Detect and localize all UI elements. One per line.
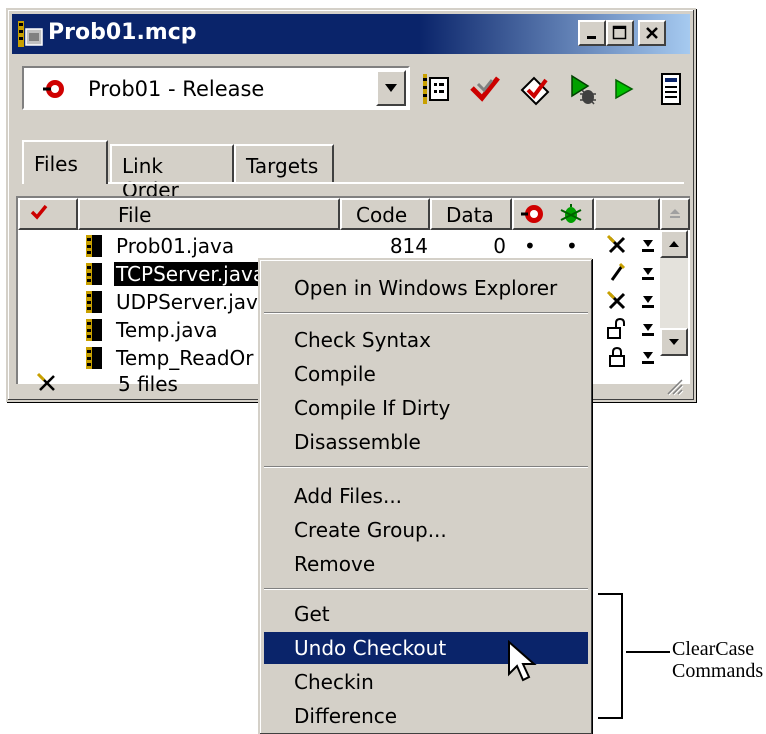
- mouse-pointer-icon: [508, 640, 537, 682]
- file-name: Temp_ReadOr: [116, 346, 254, 370]
- debug-icon[interactable]: [566, 72, 600, 106]
- checked-out-icon: [606, 234, 626, 254]
- column-header-corner: [660, 198, 690, 230]
- tab-targets-label: Targets: [246, 154, 319, 178]
- resize-grip-icon[interactable]: [664, 376, 684, 396]
- data-size: 0: [493, 234, 506, 258]
- menu-item-check-syntax[interactable]: Check Syntax: [264, 324, 588, 356]
- file-menu-arrow-icon[interactable]: [640, 292, 656, 310]
- file-name: UDPServer.jav: [116, 290, 258, 314]
- tab-files-label: Files: [34, 152, 78, 176]
- vertical-scrollbar[interactable]: [660, 230, 688, 356]
- java-file-icon: [86, 291, 102, 313]
- file-count: 5 files: [118, 372, 178, 396]
- minimize-icon: [587, 36, 596, 39]
- run-icon[interactable]: [608, 72, 642, 106]
- annotation-line-2: Commands: [672, 660, 764, 682]
- window-title: Prob01.mcp: [48, 20, 197, 45]
- close-icon: [646, 27, 658, 39]
- debug-bug-icon: [560, 204, 582, 223]
- file-menu-arrow-icon[interactable]: [640, 236, 656, 254]
- bring-up-to-date-icon[interactable]: [518, 72, 552, 106]
- tab-divider: [108, 182, 684, 184]
- menu-separator: [264, 588, 588, 590]
- title-bar[interactable]: Prob01.mcp: [12, 14, 690, 54]
- menu-item-add-files[interactable]: Add Files...: [264, 480, 588, 512]
- clearcase-annotation: ClearCase Commands: [672, 638, 763, 682]
- java-file-icon: [86, 235, 102, 257]
- menu-item-difference[interactable]: Difference: [264, 700, 588, 732]
- unlocked-icon: [607, 318, 625, 339]
- tab-targets[interactable]: Targets: [234, 144, 334, 184]
- column-header-data-label: Data: [446, 203, 494, 227]
- file-name: Prob01.java: [116, 234, 235, 258]
- chevron-down-icon: [385, 84, 397, 92]
- clearcase-bracket: [598, 593, 623, 719]
- list-options-icon: [670, 209, 680, 218]
- tab-files[interactable]: Files: [22, 140, 108, 184]
- settings-icon[interactable]: [418, 72, 452, 106]
- close-button[interactable]: [638, 20, 666, 46]
- minimize-button[interactable]: [578, 20, 606, 46]
- java-file-icon: [86, 263, 102, 285]
- checkmark-icon: [30, 204, 48, 220]
- debug-dot[interactable]: •: [566, 234, 578, 258]
- file-menu-arrow-icon[interactable]: [640, 320, 656, 338]
- column-header-touch[interactable]: [18, 198, 78, 230]
- chevron-down-icon: [669, 339, 679, 345]
- column-header-data[interactable]: Data: [430, 198, 512, 230]
- chevron-up-icon: [669, 241, 679, 247]
- maximize-button[interactable]: [606, 20, 634, 46]
- menu-item-get[interactable]: Get: [264, 598, 588, 630]
- column-header-targets[interactable]: [512, 198, 594, 230]
- menu-item-create-group[interactable]: Create Group...: [264, 514, 588, 546]
- edit-icon: [610, 262, 626, 281]
- target-select[interactable]: Prob01 - Release: [22, 66, 410, 110]
- file-name: Temp.java: [116, 318, 218, 342]
- check-syntax-icon[interactable]: [468, 72, 502, 106]
- annotation-line-1: ClearCase: [672, 638, 755, 660]
- project-file-icon: [18, 21, 43, 47]
- context-menu: Open in Windows Explorer Check Syntax Co…: [258, 258, 592, 734]
- scroll-down-button[interactable]: [660, 328, 688, 356]
- menu-item-open-in-explorer[interactable]: Open in Windows Explorer: [264, 272, 588, 304]
- file-row[interactable]: Prob01.java 814 0 • •: [18, 232, 658, 260]
- column-header-file-label: File: [118, 203, 152, 227]
- column-header-clearcase[interactable]: [594, 198, 660, 230]
- code-size: 814: [389, 234, 428, 258]
- annotation-leader-line: [626, 651, 670, 653]
- menu-separator: [264, 312, 588, 314]
- column-header-file[interactable]: File: [78, 198, 340, 230]
- locked-icon: [609, 346, 625, 367]
- file-name: TCPServer.java: [112, 261, 269, 287]
- java-file-icon: [86, 319, 102, 341]
- java-file-icon: [86, 347, 102, 369]
- target-select-value: Prob01 - Release: [88, 77, 265, 101]
- menu-separator: [264, 466, 588, 468]
- column-header-code[interactable]: Code: [340, 198, 430, 230]
- file-menu-arrow-icon[interactable]: [640, 348, 656, 366]
- checked-out-icon: [606, 290, 626, 310]
- target-select-dropdown[interactable]: [376, 70, 406, 106]
- project-inspector-icon[interactable]: [654, 72, 688, 106]
- menu-item-compile-if-dirty[interactable]: Compile If Dirty: [264, 392, 588, 424]
- target-dot[interactable]: •: [524, 234, 536, 258]
- menu-item-disassemble[interactable]: Disassemble: [264, 426, 588, 458]
- tab-link-order[interactable]: Link Order: [110, 144, 234, 202]
- clearcase-status-icon: [36, 372, 55, 391]
- tab-link-order-label: Link Order: [122, 154, 179, 202]
- release-target-icon: [43, 80, 64, 98]
- column-header-code-label: Code: [356, 203, 408, 227]
- release-target-icon: [521, 205, 543, 223]
- file-menu-arrow-icon[interactable]: [640, 264, 656, 282]
- menu-item-remove[interactable]: Remove: [264, 548, 588, 580]
- scroll-up-button[interactable]: [660, 230, 688, 258]
- menu-item-compile[interactable]: Compile: [264, 358, 588, 390]
- maximize-icon: [612, 25, 627, 40]
